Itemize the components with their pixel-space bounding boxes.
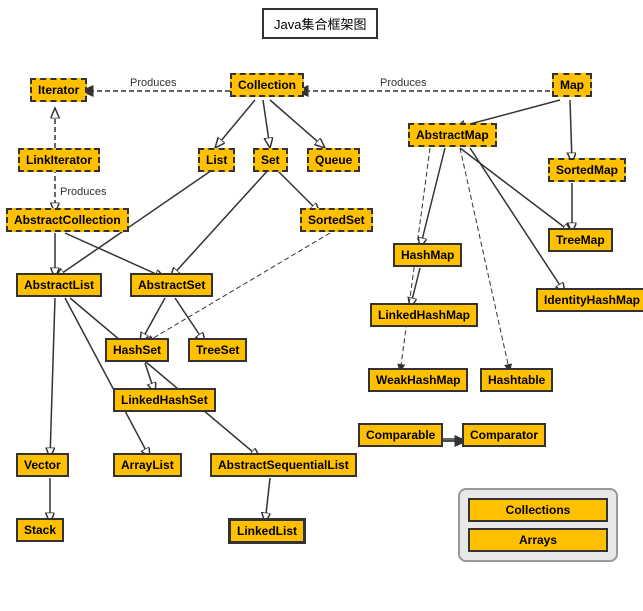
node-comparable: Comparable bbox=[358, 423, 443, 447]
node-abstractset: AbstractSet bbox=[130, 273, 213, 297]
node-map: Map bbox=[552, 73, 592, 97]
node-list: List bbox=[198, 148, 235, 172]
node-stack: Stack bbox=[16, 518, 64, 542]
node-treemap: TreeMap bbox=[548, 228, 613, 252]
node-hashset: HashSet bbox=[105, 338, 169, 362]
node-weakhashmap: WeakHashMap bbox=[368, 368, 468, 392]
node-sortedset: SortedSet bbox=[300, 208, 373, 232]
svg-text:Produces: Produces bbox=[60, 186, 107, 198]
node-abstractlist: AbstractList bbox=[16, 273, 102, 297]
node-abstractmap: AbstractMap bbox=[408, 123, 497, 147]
node-linkedlist: LinkedList bbox=[228, 518, 306, 544]
legend: Collections Arrays bbox=[458, 488, 618, 562]
svg-text:Produces: Produces bbox=[130, 77, 177, 89]
node-linkiterator: LinkIterator bbox=[18, 148, 100, 172]
legend-arrays-label: Arrays bbox=[519, 533, 557, 547]
legend-arrays: Arrays bbox=[468, 528, 608, 552]
node-linkedhashset: LinkedHashSet bbox=[113, 388, 216, 412]
diagram: Java集合框架图 Produces Produces bbox=[0, 0, 643, 611]
title-box: Java集合框架图 bbox=[262, 8, 378, 39]
node-arraylist: ArrayList bbox=[113, 453, 182, 477]
node-hashmap: HashMap bbox=[393, 243, 462, 267]
node-vector: Vector bbox=[16, 453, 69, 477]
node-queue: Queue bbox=[307, 148, 360, 172]
node-set: Set bbox=[253, 148, 288, 172]
title-text: Java集合框架图 bbox=[274, 17, 366, 32]
node-iterator: Iterator bbox=[30, 78, 87, 102]
node-hashtable: Hashtable bbox=[480, 368, 553, 392]
node-collection: Collection bbox=[230, 73, 304, 97]
svg-text:Produces: Produces bbox=[380, 77, 427, 89]
node-abstractcollection: AbstractCollection bbox=[6, 208, 129, 232]
legend-collections: Collections bbox=[468, 498, 608, 522]
node-abstractsequentiallist: AbstractSequentialList bbox=[210, 453, 357, 477]
node-identityhashmap: IdentityHashMap bbox=[536, 288, 643, 312]
node-treeset: TreeSet bbox=[188, 338, 247, 362]
node-comparator: Comparator bbox=[462, 423, 546, 447]
node-linkedhashmap: LinkedHashMap bbox=[370, 303, 478, 327]
node-sortedmap: SortedMap bbox=[548, 158, 626, 182]
